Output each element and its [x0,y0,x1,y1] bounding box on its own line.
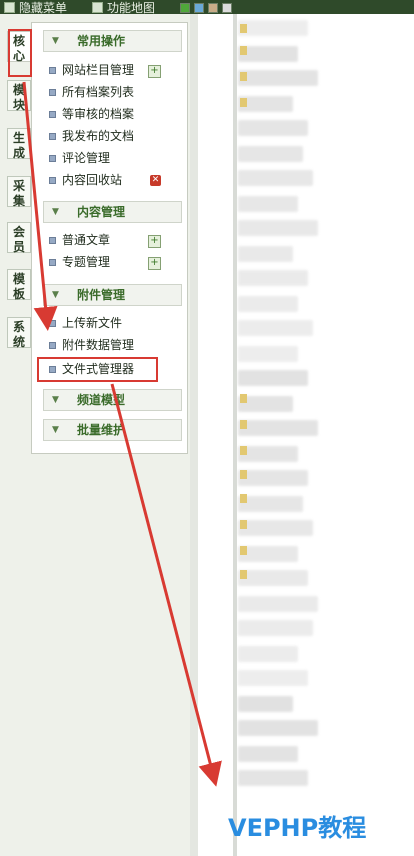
arrow-to-attachments [22,81,58,331]
watermark: VEPHP教程 [228,814,367,842]
annotation-arrows [22,81,222,787]
arrow-to-content [110,383,222,787]
